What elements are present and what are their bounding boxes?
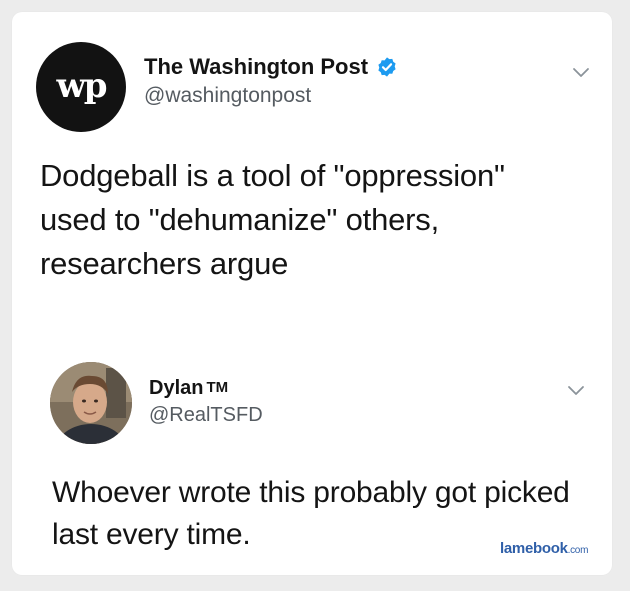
profile-photo xyxy=(50,362,132,444)
tweet-card: wp The Washington Post @washingtonpost D… xyxy=(12,12,612,575)
lamebook-watermark: lamebook.com xyxy=(500,540,588,557)
watermark-domain: .com xyxy=(567,545,589,556)
name-suffix: TM xyxy=(206,379,229,396)
author-handle[interactable]: @washingtonpost xyxy=(144,84,311,108)
tweet1-author[interactable]: The Washington Post xyxy=(144,54,398,80)
verified-badge-icon xyxy=(378,57,396,77)
washington-post-avatar[interactable]: wp xyxy=(36,42,126,132)
author-name[interactable]: The Washington Post xyxy=(144,54,368,80)
avatar-logo-text: wp xyxy=(56,66,107,106)
author-name[interactable]: Dylan xyxy=(149,377,203,400)
chevron-down-icon[interactable] xyxy=(567,385,585,397)
watermark-main: lamebook xyxy=(500,540,568,557)
author-handle[interactable]: @RealTSFD xyxy=(149,404,263,427)
tweet-text: Dodgeball is a tool of "oppression" used… xyxy=(40,158,505,281)
avatar[interactable] xyxy=(50,362,132,444)
chevron-down-icon[interactable] xyxy=(572,67,590,79)
tweet2-author[interactable]: Dylan TM xyxy=(149,377,228,400)
